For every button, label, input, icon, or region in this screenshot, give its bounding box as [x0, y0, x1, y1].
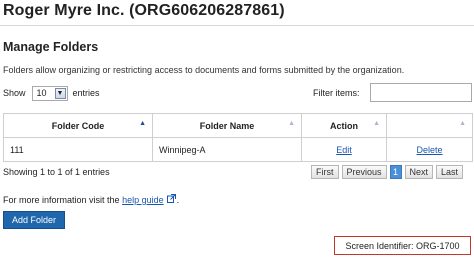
section-description: Folders allow organizing or restricting … — [3, 65, 405, 75]
last-page-button[interactable]: Last — [436, 165, 464, 179]
folders-table: Folder Code ▲ Folder Name ▲ Action ▲ ▲ 1… — [3, 113, 473, 162]
help-guide-link[interactable]: help guide — [122, 195, 164, 205]
sort-arrow-icon: ▲ — [459, 120, 466, 127]
title-divider — [0, 25, 474, 26]
next-page-button[interactable]: Next — [404, 165, 434, 179]
edit-link[interactable]: Edit — [336, 145, 352, 155]
sort-arrow-icon: ▲ — [373, 120, 380, 127]
delete-link[interactable]: Delete — [416, 145, 442, 155]
entries-select-value: 10 — [36, 88, 47, 98]
filter-input[interactable] — [370, 83, 472, 102]
folder-name-cell: Winnipeg-A — [152, 137, 302, 162]
section-title: Manage Folders — [3, 40, 99, 54]
show-label: Show — [3, 88, 26, 98]
sort-arrow-icon: ▲ — [139, 120, 146, 127]
table-header-row: Folder Code ▲ Folder Name ▲ Action ▲ ▲ — [3, 113, 473, 138]
column-header-folder-code[interactable]: Folder Code ▲ — [3, 113, 153, 138]
edit-cell: Edit — [301, 137, 387, 162]
current-page-button[interactable]: 1 — [389, 165, 402, 179]
column-header-label: Folder Name — [199, 120, 255, 131]
screen-identifier: Screen Identifier: ORG-1700 — [334, 236, 471, 255]
help-info-suffix: . — [176, 194, 180, 205]
column-header-folder-name[interactable]: Folder Name ▲ — [152, 113, 302, 138]
first-page-button[interactable]: First — [311, 165, 339, 179]
delete-cell: Delete — [386, 137, 473, 162]
entries-length-control: Show 10 ▼ entries — [3, 85, 100, 101]
entries-label: entries — [72, 88, 100, 98]
previous-page-button[interactable]: Previous — [341, 165, 387, 179]
external-link-icon — [166, 194, 176, 205]
chevron-down-icon: ▼ — [54, 87, 66, 99]
help-info: For more information visit the help guid… — [3, 194, 179, 205]
table-info-summary: Showing 1 to 1 of 1 entries — [3, 167, 110, 177]
filter-label: Filter items: — [313, 88, 360, 98]
column-header-label: Folder Code — [51, 120, 105, 131]
column-header-blank[interactable]: ▲ — [386, 113, 473, 138]
sort-arrow-icon: ▲ — [288, 120, 295, 127]
table-row: 111 Winnipeg-A Edit Delete — [3, 137, 473, 162]
add-folder-button[interactable]: Add Folder — [3, 211, 65, 229]
pagination: First Previous 1 Next Last — [311, 165, 464, 179]
page-title: Roger Myre Inc. (ORG606206287861) — [3, 2, 285, 19]
column-header-label: Action — [330, 120, 358, 131]
entries-select[interactable]: 10 ▼ — [31, 85, 68, 101]
help-info-prefix: For more information visit the — [3, 194, 120, 205]
folder-code-cell: 111 — [3, 137, 153, 162]
column-header-action[interactable]: Action ▲ — [301, 113, 387, 138]
